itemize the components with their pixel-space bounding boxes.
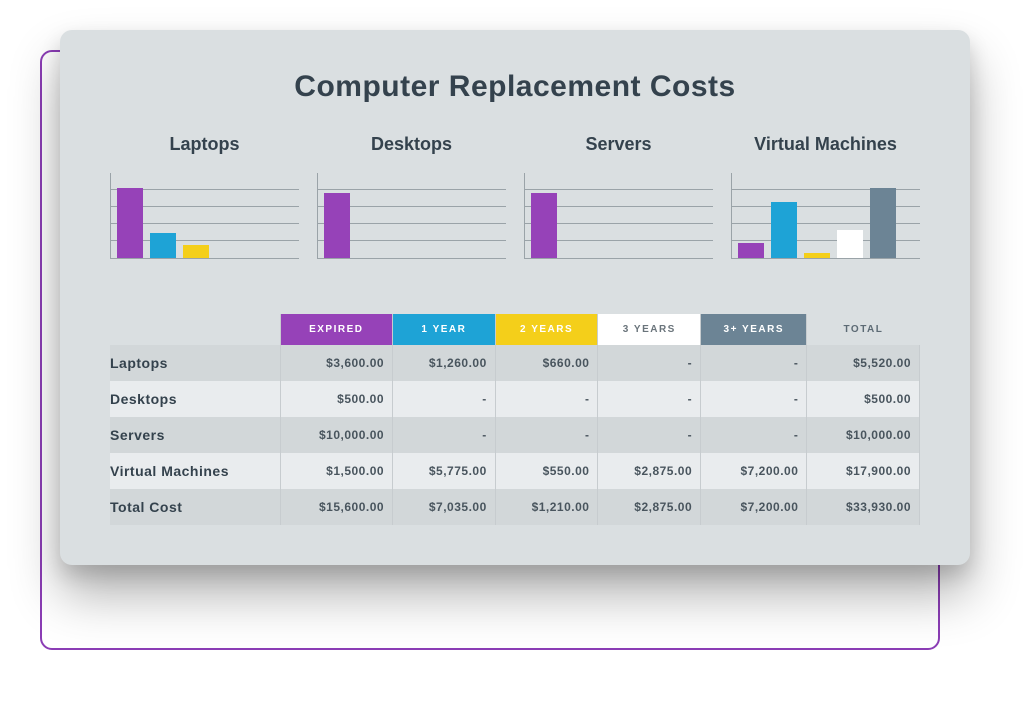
chart-desktops: Desktops <box>317 134 506 259</box>
cell: $500.00 <box>280 381 393 417</box>
cell: $3,600.00 <box>280 345 393 381</box>
bar <box>324 193 350 258</box>
bar <box>870 188 896 258</box>
bar <box>837 230 863 258</box>
cell: $1,210.00 <box>495 489 598 525</box>
bar <box>771 202 797 258</box>
cell: $7,035.00 <box>393 489 496 525</box>
col-header-3years: 3 YEARS <box>598 314 701 345</box>
cell: $2,875.00 <box>598 453 701 489</box>
cell: $5,520.00 <box>807 345 920 381</box>
table-row: Laptops$3,600.00$1,260.00$660.00--$5,520… <box>110 345 920 381</box>
mini-charts-row: Laptops Desktops Servers Virtual Machine… <box>110 134 920 259</box>
cell: - <box>701 345 807 381</box>
col-header-expired: EXPIRED <box>280 314 393 345</box>
cell: - <box>598 417 701 453</box>
cell: $500.00 <box>807 381 920 417</box>
table-body: Laptops$3,600.00$1,260.00$660.00--$5,520… <box>110 345 920 525</box>
cell: - <box>598 381 701 417</box>
table-row: Virtual Machines$1,500.00$5,775.00$550.0… <box>110 453 920 489</box>
row-label: Desktops <box>110 381 280 417</box>
costs-table: EXPIRED 1 YEAR 2 YEARS 3 YEARS 3+ YEARS … <box>110 314 920 525</box>
cell: $2,875.00 <box>598 489 701 525</box>
cell: - <box>495 417 598 453</box>
chart-vms: Virtual Machines <box>731 134 920 259</box>
col-header-total: TOTAL <box>807 314 920 345</box>
row-label: Laptops <box>110 345 280 381</box>
chart-plot <box>731 173 920 259</box>
bar <box>738 243 764 258</box>
chart-laptops: Laptops <box>110 134 299 259</box>
bar <box>531 193 557 258</box>
col-header-2years: 2 YEARS <box>495 314 598 345</box>
chart-title: Virtual Machines <box>731 134 920 155</box>
table-row: Servers$10,000.00----$10,000.00 <box>110 417 920 453</box>
cell: $660.00 <box>495 345 598 381</box>
cell: $10,000.00 <box>807 417 920 453</box>
chart-title: Desktops <box>317 134 506 155</box>
col-header-3plus: 3+ YEARS <box>701 314 807 345</box>
row-label: Servers <box>110 417 280 453</box>
cell: $33,930.00 <box>807 489 920 525</box>
cell: - <box>701 381 807 417</box>
cell: - <box>393 381 496 417</box>
chart-plot <box>317 173 506 259</box>
cell: $1,500.00 <box>280 453 393 489</box>
row-label: Virtual Machines <box>110 453 280 489</box>
cell: - <box>495 381 598 417</box>
table-row: Desktops$500.00----$500.00 <box>110 381 920 417</box>
page-title: Computer Replacement Costs <box>110 70 920 104</box>
cell: - <box>393 417 496 453</box>
cell: $5,775.00 <box>393 453 496 489</box>
table-row: Total Cost$15,600.00$7,035.00$1,210.00$2… <box>110 489 920 525</box>
row-label: Total Cost <box>110 489 280 525</box>
cell: $550.00 <box>495 453 598 489</box>
bar <box>117 188 143 258</box>
cell: $10,000.00 <box>280 417 393 453</box>
cell: $7,200.00 <box>701 453 807 489</box>
chart-title: Servers <box>524 134 713 155</box>
cell: $15,600.00 <box>280 489 393 525</box>
cell: $1,260.00 <box>393 345 496 381</box>
cell: $17,900.00 <box>807 453 920 489</box>
bar <box>183 245 209 258</box>
chart-servers: Servers <box>524 134 713 259</box>
table-header-row: EXPIRED 1 YEAR 2 YEARS 3 YEARS 3+ YEARS … <box>110 314 920 345</box>
col-header-1year: 1 YEAR <box>393 314 496 345</box>
chart-plot <box>524 173 713 259</box>
chart-plot <box>110 173 299 259</box>
chart-title: Laptops <box>110 134 299 155</box>
cell: - <box>598 345 701 381</box>
cell: $7,200.00 <box>701 489 807 525</box>
report-card: Computer Replacement Costs Laptops Deskt… <box>60 30 970 565</box>
bar <box>804 253 830 258</box>
bar <box>150 233 176 258</box>
cell: - <box>701 417 807 453</box>
